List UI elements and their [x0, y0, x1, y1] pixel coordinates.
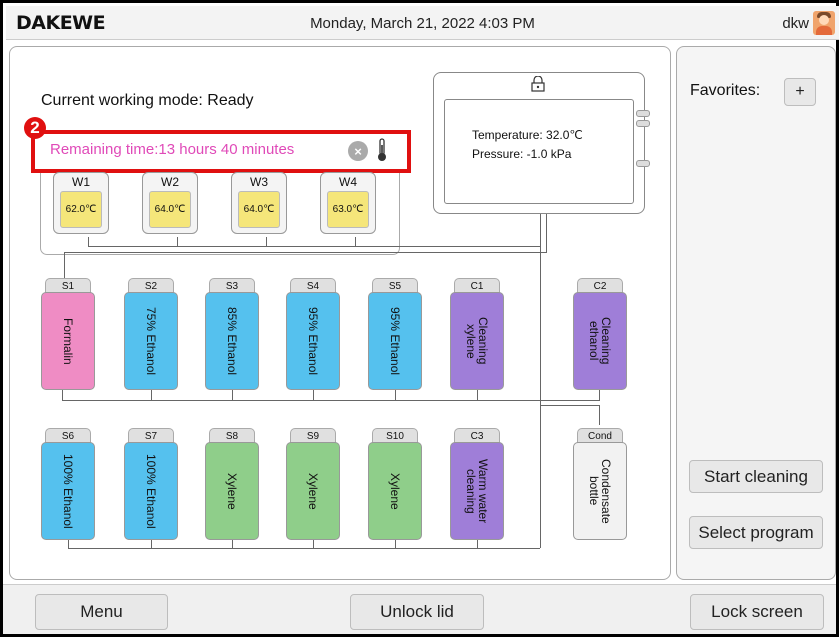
- bottle-s4[interactable]: S4 95% Ethanol: [286, 278, 340, 390]
- pipe: [68, 540, 69, 548]
- bottle-reagent: Cleaning xylene: [464, 317, 490, 365]
- bottle-c3[interactable]: C3 Warm water cleaning: [450, 428, 504, 540]
- favorites-label: Favorites:: [690, 82, 761, 99]
- bottle-reagent: Formalin: [61, 317, 75, 365]
- pipe: [232, 390, 233, 400]
- pipe: [62, 390, 63, 400]
- bottle-reagent: 75% Ethanol: [144, 306, 158, 376]
- bottle-reagent: Warm water cleaning: [464, 458, 490, 524]
- pipe: [477, 540, 478, 548]
- pipe: [540, 405, 600, 406]
- pipe: [599, 390, 600, 400]
- well-w3[interactable]: W3 64.0℃: [231, 172, 287, 234]
- close-icon[interactable]: ×: [348, 141, 368, 161]
- well-temp: 64.0℃: [149, 191, 191, 228]
- pipe: [64, 252, 546, 253]
- pipe: [151, 390, 152, 400]
- unlock-lid-button[interactable]: Unlock lid: [350, 594, 484, 630]
- pipe: [546, 213, 547, 253]
- bottle-c2[interactable]: C2 Cleaning ethanol: [573, 278, 627, 390]
- pipe: [355, 237, 356, 247]
- user-avatar-icon[interactable]: [813, 11, 835, 35]
- bottle-s2[interactable]: S2 75% Ethanol: [124, 278, 178, 390]
- pipe: [266, 237, 267, 247]
- pipe: [68, 548, 540, 549]
- bottle-s3[interactable]: S3 85% Ethanol: [205, 278, 259, 390]
- pipe: [313, 390, 314, 400]
- pipe: [395, 390, 396, 400]
- well-temp: 62.0℃: [60, 191, 102, 228]
- bottle-reagent: 100% Ethanol: [61, 453, 75, 529]
- chamber-temperature: Temperature: 32.0℃: [472, 128, 583, 142]
- lid-hinge: [636, 160, 650, 167]
- pipe: [599, 405, 600, 425]
- pipe: [64, 252, 65, 278]
- remaining-time-text: Remaining time:13 hours 40 minutes: [50, 141, 295, 158]
- add-favorite-button[interactable]: +: [784, 78, 816, 106]
- retort-chamber[interactable]: [433, 72, 645, 214]
- datetime-display: Monday, March 21, 2022 4:03 PM: [310, 15, 535, 32]
- well-label: W4: [339, 175, 357, 189]
- bottle-cond[interactable]: Cond Condensate bottle: [573, 428, 627, 540]
- bottle-reagent: 100% Ethanol: [144, 453, 158, 529]
- pipe: [477, 390, 478, 400]
- top-bar: DAKEWE Monday, March 21, 2022 4:03 PM dk…: [6, 6, 839, 40]
- step-badge: 2: [24, 117, 46, 139]
- pipe: [62, 400, 540, 401]
- sidebar: [676, 46, 836, 580]
- lock-icon: [531, 76, 545, 92]
- well-w2[interactable]: W2 64.0℃: [142, 172, 198, 234]
- well-w1[interactable]: W1 62.0℃: [53, 172, 109, 234]
- bottle-s10[interactable]: S10 Xylene: [368, 428, 422, 540]
- pipe: [177, 237, 178, 247]
- bottle-reagent: Cleaning ethanol: [587, 317, 613, 365]
- well-label: W2: [161, 175, 179, 189]
- bottle-reagent: Xylene: [306, 472, 320, 510]
- well-temp: 63.0℃: [327, 191, 369, 228]
- user-name: dkw: [782, 15, 809, 32]
- bottle-reagent: 95% Ethanol: [388, 306, 402, 376]
- pipe: [151, 540, 152, 548]
- bottle-reagent: 95% Ethanol: [306, 306, 320, 376]
- bottle-s5[interactable]: S5 95% Ethanol: [368, 278, 422, 390]
- bottle-s8[interactable]: S8 Xylene: [205, 428, 259, 540]
- bottle-c1[interactable]: C1 Cleaning xylene: [450, 278, 504, 390]
- lid-hinge: [636, 110, 650, 117]
- select-program-button[interactable]: Select program: [689, 516, 823, 549]
- well-w4[interactable]: W4 63.0℃: [320, 172, 376, 234]
- bottle-s6[interactable]: S6 100% Ethanol: [41, 428, 95, 540]
- pipe: [232, 540, 233, 548]
- lock-screen-button[interactable]: Lock screen: [690, 594, 824, 630]
- well-label: W3: [250, 175, 268, 189]
- bottle-reagent: Condensate bottle: [587, 458, 613, 524]
- pipe: [540, 400, 541, 548]
- pipe: [540, 400, 600, 401]
- bottle-reagent: 85% Ethanol: [225, 306, 239, 376]
- pipe: [88, 246, 540, 247]
- start-cleaning-button[interactable]: Start cleaning: [689, 460, 823, 493]
- working-mode-label: Current working mode: Ready: [41, 92, 254, 109]
- lid-hinge: [636, 120, 650, 127]
- bottle-s1[interactable]: S1 Formalin: [41, 278, 95, 390]
- chamber-pressure: Pressure: -1.0 kPa: [472, 147, 572, 161]
- bottle-s7[interactable]: S7 100% Ethanol: [124, 428, 178, 540]
- well-temp: 64.0℃: [238, 191, 280, 228]
- thermometer-icon[interactable]: [377, 138, 387, 162]
- well-label: W1: [72, 175, 90, 189]
- menu-button[interactable]: Menu: [35, 594, 168, 630]
- bottle-reagent: Xylene: [388, 472, 402, 510]
- pipe: [313, 540, 314, 548]
- bottle-reagent: Xylene: [225, 472, 239, 510]
- bottle-s9[interactable]: S9 Xylene: [286, 428, 340, 540]
- pipe: [395, 540, 396, 548]
